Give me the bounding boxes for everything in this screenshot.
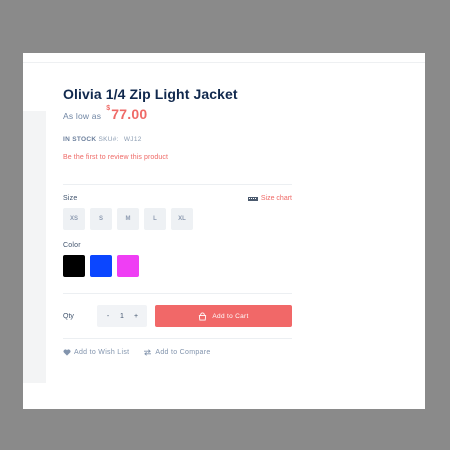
add-to-cart-button[interactable]: Add to Cart: [155, 305, 292, 327]
stock-status: IN STOCK: [63, 136, 97, 143]
color-swatch-pink[interactable]: [117, 255, 139, 277]
add-to-wishlist-link[interactable]: Add to Wish List: [63, 349, 129, 356]
size-chart-link[interactable]: Size chart: [247, 195, 292, 202]
divider: [63, 338, 292, 339]
price-row: As low as $77.00: [63, 105, 292, 122]
review-link[interactable]: Be the first to review this product: [63, 154, 292, 161]
price-value: 77.00: [111, 106, 148, 122]
product-details: Olivia 1/4 Zip Light Jacket As low as $7…: [63, 86, 292, 356]
divider: [63, 184, 292, 185]
size-option-m[interactable]: M: [117, 208, 139, 230]
size-label: Size: [63, 195, 78, 202]
ruler-icon: [247, 196, 258, 201]
sku-value: WJ12: [123, 136, 142, 143]
product-price: $77.00: [106, 105, 148, 122]
size-option-xl[interactable]: XL: [171, 208, 193, 230]
divider: [63, 293, 292, 294]
size-header: Size Size chart: [63, 195, 292, 202]
price-prefix: As low as: [63, 111, 102, 121]
shopping-bag-icon: [198, 311, 207, 321]
add-to-compare-link[interactable]: Add to Compare: [143, 349, 210, 356]
gallery-edge: [23, 111, 46, 383]
currency-symbol: $: [106, 105, 111, 112]
compare-label: Add to Compare: [155, 349, 211, 356]
size-chart-label: Size chart: [260, 195, 292, 202]
quantity-input[interactable]: 1: [117, 313, 127, 320]
heart-icon: [63, 349, 71, 356]
top-divider: [23, 62, 425, 63]
size-options: XS S M L XL: [63, 208, 292, 230]
size-option-l[interactable]: L: [144, 208, 166, 230]
size-option-s[interactable]: S: [90, 208, 112, 230]
color-swatch-black[interactable]: [63, 255, 85, 277]
quantity-stepper: - 1 +: [97, 305, 147, 327]
product-info-panel: Olivia 1/4 Zip Light Jacket As low as $7…: [23, 53, 425, 409]
product-title: Olivia 1/4 Zip Light Jacket: [63, 86, 238, 102]
decrease-button[interactable]: -: [103, 313, 113, 320]
color-swatch-blue[interactable]: [90, 255, 112, 277]
secondary-actions: Add to Wish List Add to Compare: [63, 349, 292, 356]
increase-button[interactable]: +: [131, 313, 141, 320]
sku-label: SKU#:: [98, 136, 119, 143]
stock-row: IN STOCK SKU#: WJ12: [63, 136, 292, 143]
wishlist-label: Add to Wish List: [74, 349, 130, 356]
qty-label: Qty: [63, 312, 74, 320]
color-options: [63, 255, 292, 277]
size-option-xs[interactable]: XS: [63, 208, 85, 230]
compare-arrows-icon: [143, 349, 152, 356]
color-label: Color: [63, 242, 81, 249]
add-to-cart-label: Add to Cart: [212, 312, 249, 320]
quantity-row: Qty - 1 + Add to Cart: [63, 305, 292, 327]
